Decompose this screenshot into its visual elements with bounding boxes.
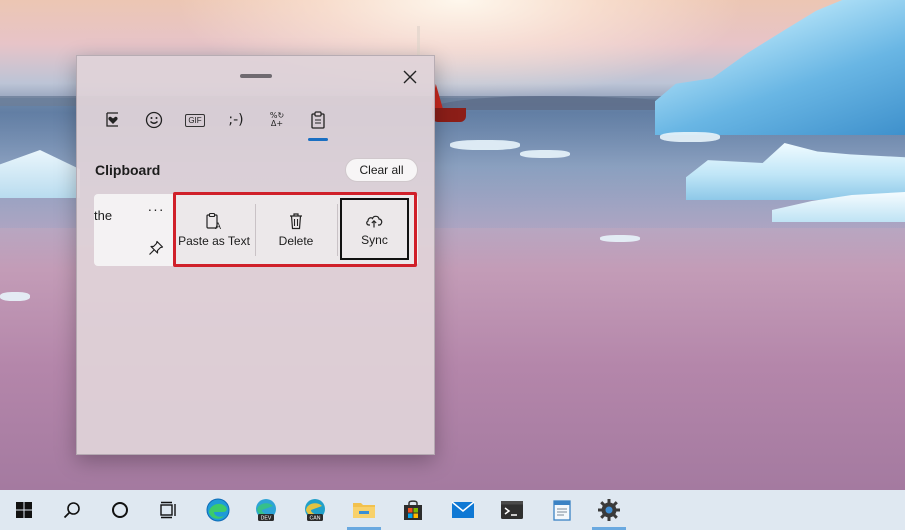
taskbar-edge-dev[interactable]: DEV xyxy=(243,490,289,530)
taskbar-edge[interactable] xyxy=(195,490,241,530)
tab-gif[interactable]: GIF xyxy=(177,102,213,138)
smiley-icon xyxy=(145,111,163,129)
taskbar-mail[interactable] xyxy=(440,490,486,530)
taskbar-notepad[interactable] xyxy=(539,490,585,530)
taskbar-terminal[interactable] xyxy=(489,490,535,530)
boat-hull xyxy=(432,108,466,122)
search-button[interactable] xyxy=(49,490,95,530)
section-title: Clipboard xyxy=(95,162,161,178)
active-tab-indicator xyxy=(308,138,328,141)
taskbar: DEV CAN xyxy=(0,490,905,530)
taskbar-store[interactable] xyxy=(390,490,436,530)
paste-as-text-label: Paste as Text xyxy=(178,234,250,248)
drag-handle[interactable] xyxy=(240,74,272,78)
windows-logo-icon xyxy=(16,502,32,518)
pin-icon xyxy=(149,240,164,255)
sync-focus-outline xyxy=(340,198,409,260)
clear-all-button[interactable]: Clear all xyxy=(345,158,418,182)
tab-emoji[interactable] xyxy=(136,102,172,138)
trash-icon xyxy=(290,213,302,230)
taskbar-edge-canary[interactable]: CAN xyxy=(292,490,338,530)
paste-text-icon: A xyxy=(206,212,221,230)
circle-icon xyxy=(112,502,128,518)
ice-floe xyxy=(600,235,640,242)
edge-icon xyxy=(206,498,230,522)
ice-floe xyxy=(450,140,520,150)
delete-button[interactable]: Delete xyxy=(256,194,336,266)
kaomoji-icon: ;-) xyxy=(228,112,244,128)
clipboard-item-text: the xyxy=(94,208,113,223)
more-options-button[interactable]: ··· xyxy=(144,199,168,219)
clipboard-flyout: GIF ;-) %↻ Δ+ Clipboard Clear all the ··… xyxy=(76,55,435,455)
heart-in-box-icon xyxy=(106,112,118,127)
start-button[interactable] xyxy=(1,490,47,530)
gear-icon xyxy=(598,499,620,521)
item-action-menu: A Paste as Text Delete Sync xyxy=(174,194,417,266)
search-icon xyxy=(63,502,80,519)
ice-floe xyxy=(660,132,720,142)
folder-icon xyxy=(353,503,375,518)
tab-favorites[interactable] xyxy=(95,102,131,138)
taskbar-file-explorer[interactable] xyxy=(341,490,387,530)
mail-icon xyxy=(451,501,475,518)
tab-kaomoji[interactable]: ;-) xyxy=(218,102,254,138)
tab-clipboard[interactable] xyxy=(300,102,336,141)
close-icon xyxy=(403,70,417,84)
ice-floe xyxy=(520,150,570,158)
taskbar-settings[interactable] xyxy=(586,490,632,530)
svg-text:CAN: CAN xyxy=(310,516,321,522)
close-button[interactable] xyxy=(399,66,421,88)
terminal-icon xyxy=(501,501,523,519)
pin-button[interactable] xyxy=(144,236,168,260)
task-view-button[interactable] xyxy=(145,490,191,530)
svg-text:DEV: DEV xyxy=(261,516,272,522)
paste-as-text-button[interactable]: A Paste as Text xyxy=(174,194,254,266)
gif-icon: GIF xyxy=(185,113,205,127)
more-icon: ··· xyxy=(147,201,165,217)
boat-mast xyxy=(417,26,420,56)
task-view-icon xyxy=(160,501,176,519)
edge-canary-icon: CAN xyxy=(305,499,325,522)
clipboard-icon xyxy=(311,111,325,129)
delete-label: Delete xyxy=(278,234,314,248)
symbols-icon: %↻ Δ+ xyxy=(269,111,285,128)
ice-floe xyxy=(0,292,30,301)
cortana-button[interactable] xyxy=(97,490,143,530)
document-icon xyxy=(553,500,571,521)
store-icon xyxy=(404,500,422,520)
edge-dev-icon: DEV xyxy=(256,499,276,522)
svg-text:A: A xyxy=(215,221,221,230)
tab-symbols[interactable]: %↻ Δ+ xyxy=(259,102,295,138)
